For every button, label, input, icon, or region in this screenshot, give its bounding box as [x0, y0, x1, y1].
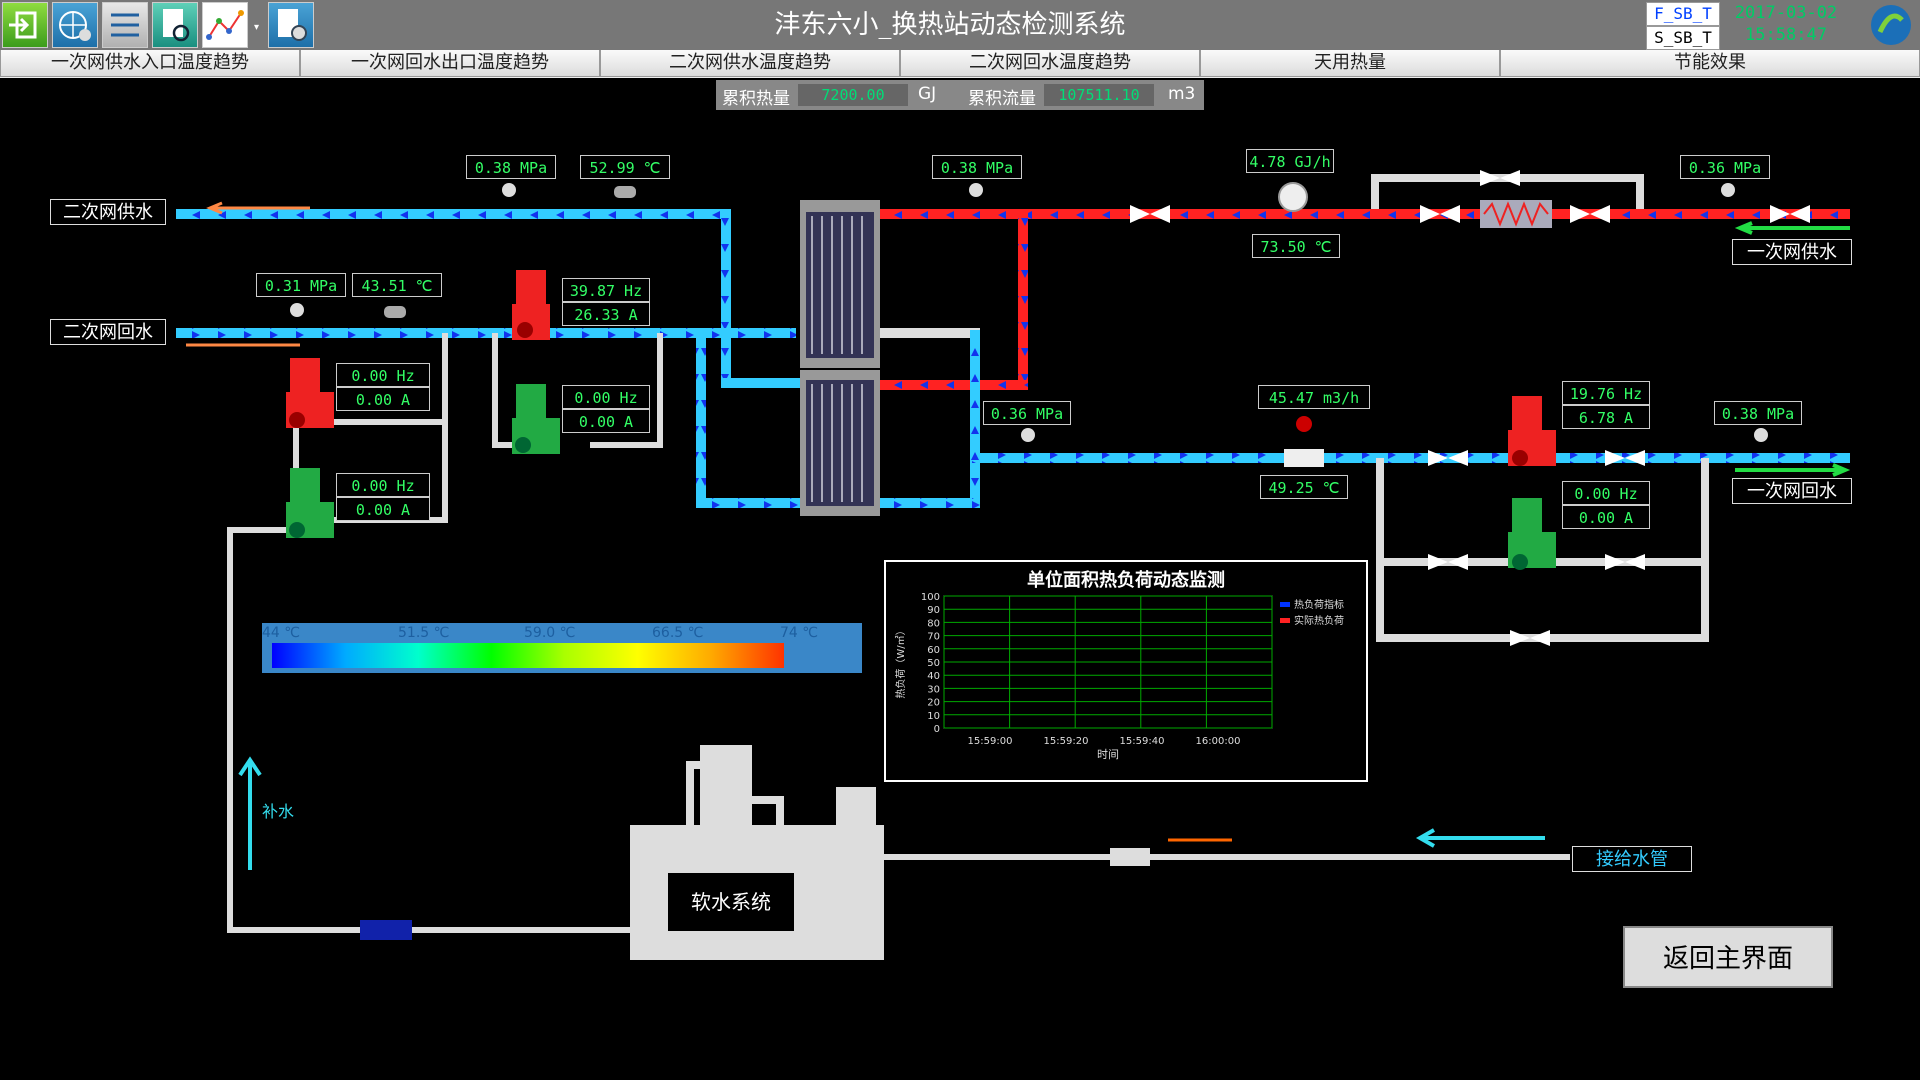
readout-pump3-hz: 0.00 Hz — [336, 473, 430, 497]
y-tick-label: 10 — [927, 711, 940, 722]
heat-exchanger-top — [800, 200, 880, 368]
scale-tick: 66.5 ℃ — [652, 625, 704, 641]
scale-tick: 51.5 ℃ — [398, 625, 450, 641]
soft-water-system[interactable]: 软水系统 — [630, 745, 884, 960]
soft-water-label: 软水系统 — [668, 873, 794, 931]
label-primary-supply: 一次网供水 — [1732, 239, 1852, 265]
legend-swatch — [1280, 618, 1290, 623]
readout-ps-temp: 73.50 ℃ — [1252, 234, 1340, 258]
makeup-water-pipe — [227, 527, 630, 933]
temperature-gradient — [272, 643, 784, 668]
y-tick-label: 80 — [927, 618, 940, 629]
readout-ppump1-a: 6.78 A — [1562, 405, 1650, 429]
pump-primary-1[interactable] — [1508, 396, 1556, 466]
y-tick-label: 30 — [927, 684, 940, 695]
readout-ppump2-hz: 0.00 Hz — [1562, 481, 1650, 505]
readout-pump2-hz: 0.00 Hz — [336, 363, 430, 387]
pump-secondary-1[interactable] — [512, 270, 550, 340]
temperature-color-scale: 44 ℃ 51.5 ℃ 59.0 ℃ 66.5 ℃ 74 ℃ — [262, 623, 862, 673]
chart-plot: 100908070605040302010015:59:00 15:59:20 15… — [894, 592, 1344, 761]
primary-return-arrow — [1735, 463, 1851, 477]
scale-tick: 44 ℃ — [262, 625, 300, 641]
x-tick-label: 15:59:20 — [1044, 736, 1089, 747]
y-tick-label: 100 — [921, 592, 940, 603]
label-secondary-supply: 二次网供水 — [50, 199, 166, 225]
primary-supply-pipe — [880, 174, 1850, 390]
heat-meter-icon — [1278, 182, 1308, 212]
label-secondary-return: 二次网回水 — [50, 319, 166, 345]
back-to-main-button[interactable]: 返回主界面 — [1623, 926, 1833, 988]
legend-label: 热负荷指标 — [1294, 598, 1344, 611]
pump-secondary-4[interactable] — [512, 384, 560, 454]
y-axis-label: 热负荷（W/㎡） — [894, 625, 907, 698]
readout-pr-pressure-left: 0.36 MPa — [983, 401, 1071, 425]
inlet-flow-arrow — [1415, 828, 1545, 848]
label-makeup-water: 补水 — [262, 802, 295, 821]
y-tick-label: 90 — [927, 605, 940, 616]
y-tick-label: 0 — [934, 724, 940, 735]
heat-exchanger-bottom — [800, 370, 880, 516]
x-axis-label: 时间 — [1097, 748, 1119, 761]
readout-pr-flow: 45.47 m3/h — [1258, 385, 1370, 409]
pump-secondary-2[interactable] — [286, 358, 334, 428]
y-tick-label: 60 — [927, 645, 940, 656]
readout-pump2-a: 0.00 A — [336, 387, 430, 411]
y-tick-label: 40 — [927, 671, 940, 682]
pump-primary-2[interactable] — [1508, 498, 1556, 570]
x-tick-label: 15:59:40 — [1120, 736, 1165, 747]
makeup-flow-arrow — [238, 756, 262, 870]
readout-ps-heat-rate: 4.78 GJ/h — [1246, 149, 1334, 173]
readout-pump4-hz: 0.00 Hz — [562, 385, 650, 409]
label-primary-return: 一次网回水 — [1732, 478, 1852, 504]
scale-tick: 74 ℃ — [780, 625, 818, 641]
readout-ps-pressure-left: 0.38 MPa — [932, 155, 1022, 179]
y-tick-label: 50 — [927, 658, 940, 669]
primary-supply-arrow — [1734, 221, 1850, 235]
readout-pump1-a: 26.33 A — [562, 302, 650, 326]
secondary-supply-pipe — [176, 209, 801, 388]
readout-ss-pressure: 0.38 MPa — [466, 155, 556, 179]
y-tick-label: 20 — [927, 698, 940, 709]
readout-pump3-a: 0.00 A — [336, 497, 430, 521]
x-tick-label: 16:00:00 — [1196, 736, 1241, 747]
readout-pump4-a: 0.00 A — [562, 409, 650, 433]
readout-pr-temp: 49.25 ℃ — [1260, 475, 1348, 499]
readout-pr-pressure-right: 0.38 MPa — [1714, 401, 1802, 425]
readout-sr-pressure: 0.31 MPa — [256, 273, 346, 297]
y-tick-label: 70 — [927, 632, 940, 643]
heat-load-chart: 单位面积热负荷动态监测 100 90 80 70 60 50 40 30 20 10 0 15:59:… — [884, 560, 1368, 782]
inlet-valve[interactable] — [1110, 848, 1150, 866]
x-tick-label: 15:59:00 — [968, 736, 1013, 747]
makeup-valve[interactable] — [360, 920, 412, 940]
readout-sr-temp: 43.51 ℃ — [352, 273, 442, 297]
label-water-inlet: 接给水管 — [1572, 846, 1692, 872]
legend-label: 实际热负荷 — [1294, 614, 1344, 627]
flow-meter-head — [1296, 416, 1312, 432]
scale-tick: 59.0 ℃ — [524, 625, 576, 641]
legend-swatch — [1280, 602, 1290, 607]
flow-meter-icon — [1284, 449, 1324, 467]
readout-ppump1-hz: 19.76 Hz — [1562, 381, 1650, 405]
pump-secondary-3[interactable] — [286, 468, 334, 538]
readout-ss-temp: 52.99 ℃ — [580, 155, 670, 179]
readout-ppump2-a: 0.00 A — [1562, 505, 1650, 529]
readout-pump1-hz: 39.87 Hz — [562, 278, 650, 302]
readout-ps-pressure-right: 0.36 MPa — [1680, 155, 1770, 179]
